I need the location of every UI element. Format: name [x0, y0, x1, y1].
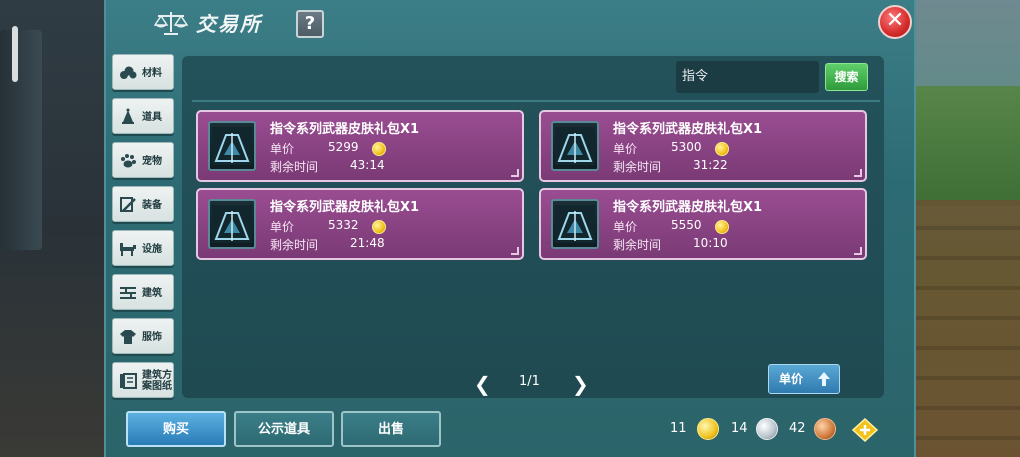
- scale-icon: [154, 12, 188, 35]
- item-thumbnail: [208, 199, 256, 249]
- price-label: 单价: [613, 220, 638, 234]
- gold-coin-icon: [715, 142, 729, 156]
- copper-coin-icon: [814, 418, 836, 440]
- sidebar-item-equipment[interactable]: 装备: [112, 186, 174, 222]
- prev-page-button[interactable]: ❮: [474, 372, 491, 396]
- shirt-icon: [117, 326, 139, 348]
- copper-amount: 42: [789, 421, 806, 436]
- sidebar-item-label: 设施: [142, 243, 162, 255]
- item-thumbnail: [551, 121, 599, 171]
- gold-coin-icon: [715, 220, 729, 234]
- gold-coin-icon: [372, 220, 386, 234]
- sort-by-price-button[interactable]: 单价: [768, 364, 840, 394]
- time-label: 剩余时间: [270, 160, 319, 174]
- listing-card[interactable]: 指令系列武器皮肤礼包X1 单价 5550 剩余时间 10:10: [539, 188, 867, 260]
- paw-icon: [117, 150, 139, 172]
- background-dirt: [910, 200, 1020, 457]
- sidebar-item-facilities[interactable]: 设施: [112, 230, 174, 266]
- sidebar-item-pets[interactable]: 宠物: [112, 142, 174, 178]
- background-pillar: [0, 30, 42, 250]
- item-name: 指令系列武器皮肤礼包X1: [270, 200, 420, 215]
- sword-icon: [117, 194, 139, 216]
- time-label: 剩余时间: [613, 238, 662, 252]
- time-value: 31:22: [693, 158, 728, 172]
- listing-card[interactable]: 指令系列武器皮肤礼包X1 单价 5299 剩余时间 43:14: [196, 110, 524, 182]
- close-button[interactable]: ✕: [878, 5, 912, 39]
- price-value: 5299: [328, 140, 359, 154]
- gold-amount: 11: [670, 421, 687, 436]
- price-label: 单价: [613, 142, 638, 156]
- background-left: [0, 0, 110, 457]
- corner-icon: [511, 247, 519, 255]
- next-page-button[interactable]: ❯: [572, 372, 589, 396]
- item-name: 指令系列武器皮肤礼包X1: [270, 122, 420, 137]
- item-thumbnail: [208, 121, 256, 171]
- gold-coin-icon: [372, 142, 386, 156]
- item-thumbnail: [551, 199, 599, 249]
- price-value: 5332: [328, 218, 359, 232]
- corner-icon: [854, 169, 862, 177]
- search-button[interactable]: 搜索: [825, 63, 868, 91]
- add-currency-icon[interactable]: [852, 418, 878, 442]
- bell-icon: [117, 106, 139, 128]
- category-sidebar: 材料 道具 宠物 装备 设施 建筑 服饰 建筑方案图纸: [112, 54, 176, 398]
- corner-icon: [511, 169, 519, 177]
- price-value: 5300: [671, 140, 702, 154]
- item-name: 指令系列武器皮肤礼包X1: [613, 200, 763, 215]
- cotton-icon: [117, 62, 139, 84]
- horse-icon: [117, 238, 139, 260]
- page-indicator: 1/1: [519, 374, 540, 389]
- buy-button[interactable]: 购买: [126, 411, 226, 447]
- item-name: 指令系列武器皮肤礼包X1: [613, 122, 763, 137]
- sidebar-item-label: 宠物: [142, 155, 162, 167]
- background-right: [910, 0, 1020, 457]
- time-label: 剩余时间: [270, 238, 319, 252]
- price-value: 5550: [671, 218, 702, 232]
- price-label: 单价: [270, 142, 295, 156]
- divider: [192, 100, 880, 102]
- sidebar-item-label: 装备: [142, 199, 162, 211]
- sidebar-item-label: 建筑方案图纸: [142, 370, 172, 392]
- time-value: 21:48: [350, 236, 385, 250]
- search-input[interactable]: 指令: [676, 61, 819, 93]
- background-grass: [910, 86, 1020, 206]
- silver-amount: 14: [731, 421, 748, 436]
- sidebar-item-label: 服饰: [142, 331, 162, 343]
- listing-card[interactable]: 指令系列武器皮肤礼包X1 单价 5332 剩余时间 21:48: [196, 188, 524, 260]
- sell-button[interactable]: 出售: [341, 411, 441, 447]
- corner-icon: [854, 247, 862, 255]
- time-label: 剩余时间: [613, 160, 662, 174]
- gold-coin-icon: [697, 418, 719, 440]
- sort-label: 单价: [779, 372, 804, 386]
- sidebar-item-props[interactable]: 道具: [112, 98, 174, 134]
- silver-coin-icon: [756, 418, 778, 440]
- page-title: 交易所: [196, 12, 262, 36]
- blueprint-icon: [117, 370, 139, 392]
- help-button[interactable]: ?: [296, 10, 324, 38]
- sidebar-item-blueprints[interactable]: 建筑方案图纸: [112, 362, 174, 398]
- time-value: 10:10: [693, 236, 728, 250]
- publicize-button[interactable]: 公示道具: [234, 411, 334, 447]
- title-bar: 交易所 ?: [106, 0, 914, 48]
- side-handle[interactable]: [12, 26, 18, 82]
- sidebar-item-label: 材料: [142, 67, 162, 79]
- sidebar-item-clothing[interactable]: 服饰: [112, 318, 174, 354]
- listing-card[interactable]: 指令系列武器皮肤礼包X1 单价 5300 剩余时间 31:22: [539, 110, 867, 182]
- wall-icon: [117, 282, 139, 304]
- sidebar-item-label: 建筑: [142, 287, 162, 299]
- sort-arrow-icon: [818, 372, 830, 386]
- sidebar-item-buildings[interactable]: 建筑: [112, 274, 174, 310]
- sidebar-item-label: 道具: [142, 111, 162, 123]
- price-label: 单价: [270, 220, 295, 234]
- sidebar-item-materials[interactable]: 材料: [112, 54, 174, 90]
- time-value: 43:14: [350, 158, 385, 172]
